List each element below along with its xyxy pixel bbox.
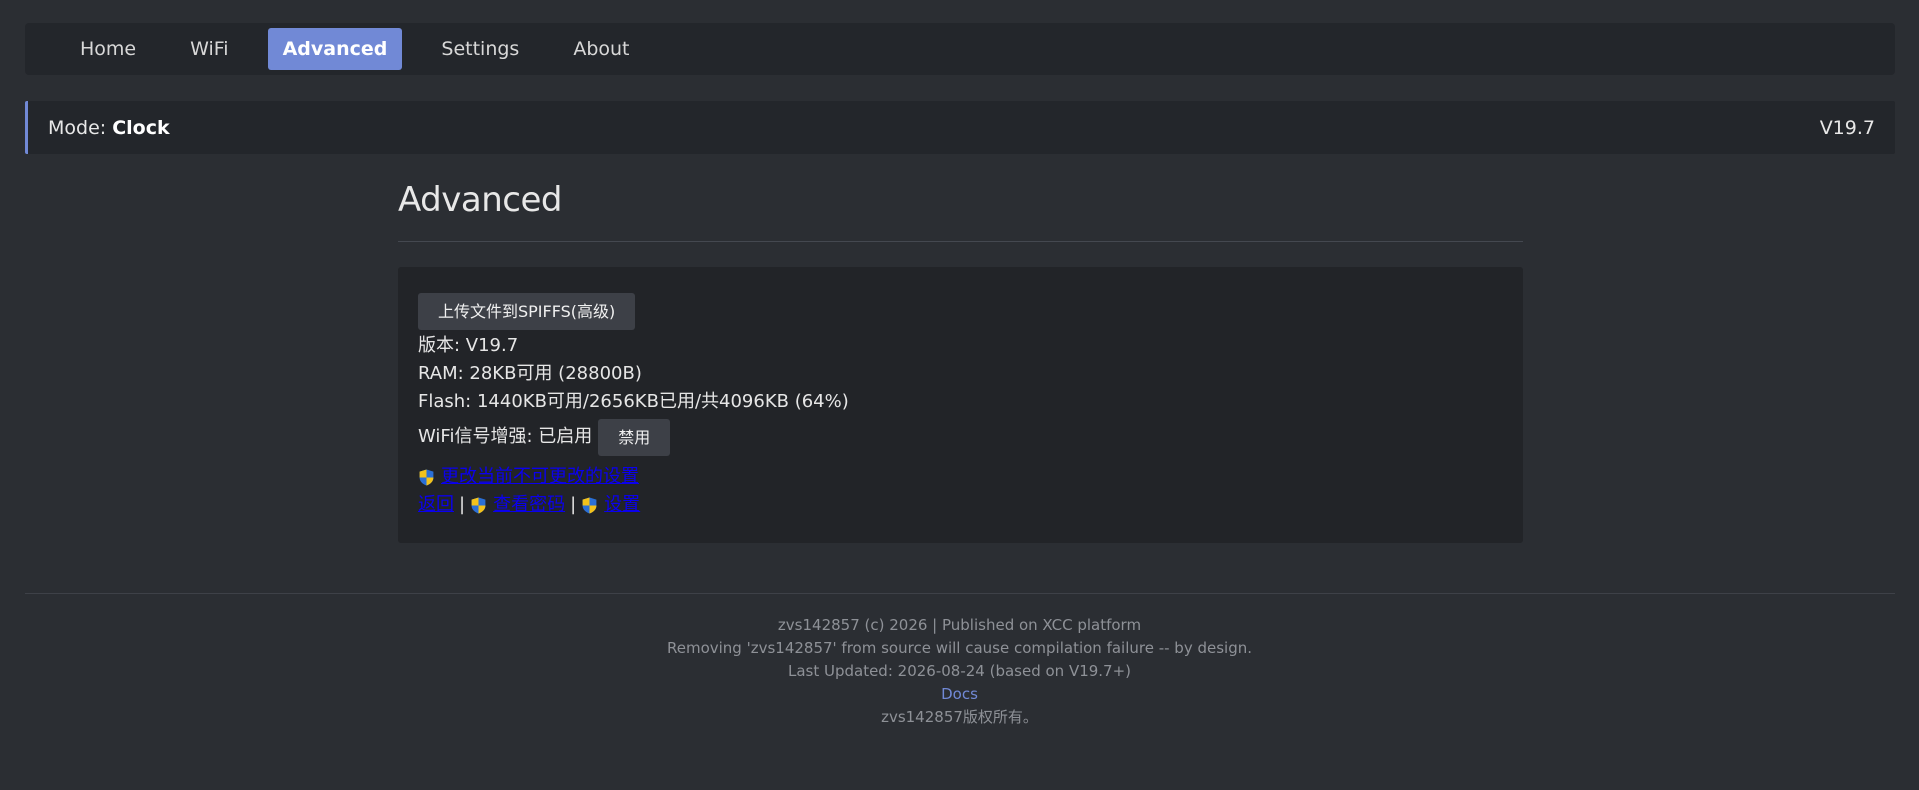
change-locked-row: 更改当前不可更改的设置 [418, 463, 1503, 491]
version-label: V19.7 [1819, 116, 1875, 139]
mode-bar: Mode: Clock V19.7 [25, 101, 1895, 154]
back-link[interactable]: 返回 [418, 491, 454, 519]
footer-notice: Removing 'zvs142857' from source will ca… [666, 639, 1253, 657]
uac-shield-icon [419, 469, 434, 485]
link-separator: | [459, 494, 466, 515]
bottom-links-row: 返回 | 查看密码 | 设置 [418, 491, 1503, 519]
footer: zvs142857 (c) 2026 | Published on XCC pl… [0, 614, 1919, 729]
nav-settings[interactable]: Settings [426, 28, 534, 70]
advanced-panel: 上传文件到SPIFFS(高级) 版本: V19.7 RAM: 28KB可用 (2… [398, 267, 1523, 543]
title-divider [398, 241, 1523, 242]
footer-copyright: zvs142857 (c) 2026 | Published on XCC pl… [777, 616, 1142, 634]
uac-shield-icon [471, 497, 486, 513]
uac-shield-icon [582, 497, 597, 513]
wifi-boost-status: WiFi信号增强: 已启用 [418, 426, 593, 447]
footer-divider [25, 593, 1895, 594]
footer-docs-link[interactable]: Docs [941, 685, 978, 703]
mode-indicator: Mode: Clock [48, 117, 170, 139]
top-navbar: Home WiFi Advanced Settings About [25, 23, 1895, 75]
view-password-link[interactable]: 查看密码 [493, 491, 565, 519]
mode-prefix: Mode: [48, 116, 113, 139]
version-info: 版本: V19.7 [418, 335, 519, 356]
change-locked-settings-link[interactable]: 更改当前不可更改的设置 [441, 463, 639, 491]
nav-home[interactable]: Home [65, 28, 151, 70]
footer-last-updated: Last Updated: 2026-08-24 (based on V19.7… [787, 662, 1132, 680]
link-separator: | [570, 494, 577, 515]
nav-wifi[interactable]: WiFi [175, 28, 243, 70]
footer-rights: zvs142857版权所有。 [881, 708, 1038, 726]
mode-value: Clock [112, 116, 170, 139]
flash-info: Flash: 1440KB可用/2656KB已用/共4096KB (64%) [418, 391, 849, 412]
upload-spiffs-button[interactable]: 上传文件到SPIFFS(高级) [418, 293, 636, 330]
settings-link[interactable]: 设置 [604, 491, 640, 519]
nav-about[interactable]: About [558, 28, 644, 70]
ram-info: RAM: 28KB可用 (28800B) [418, 363, 642, 384]
wifi-boost-disable-button[interactable]: 禁用 [598, 418, 671, 456]
wifi-boost-row: WiFi信号增强: 已启用 禁用 [418, 417, 1503, 457]
page-title: Advanced [398, 180, 562, 220]
nav-advanced[interactable]: Advanced [267, 28, 403, 70]
